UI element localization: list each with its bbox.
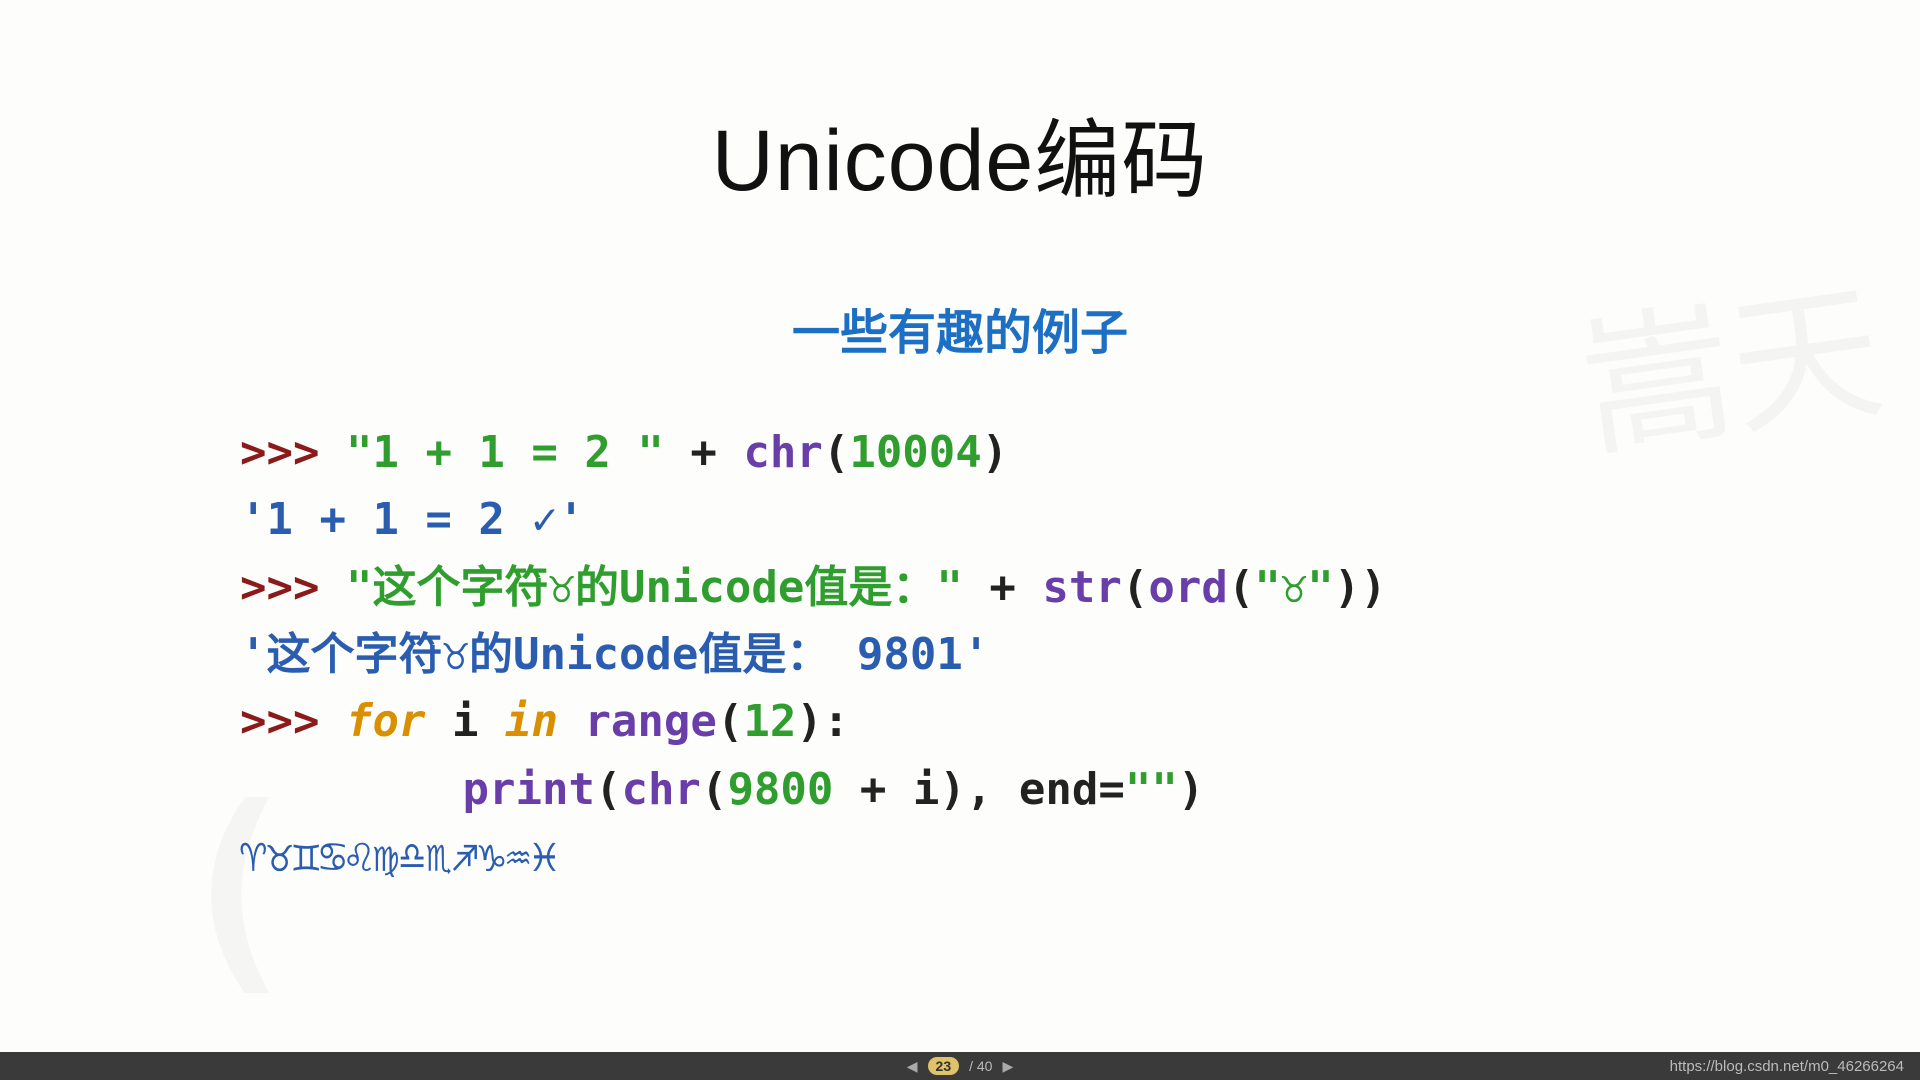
paren-open: ( — [823, 427, 850, 478]
paren-close: ) — [939, 764, 966, 815]
code-line-1: >>> "1 + 1 = 2 " + chr(10004) — [240, 419, 1680, 486]
next-page-icon[interactable]: ▶ — [1002, 1058, 1013, 1075]
repl-prompt: >>> — [240, 696, 346, 747]
current-page: 23 — [928, 1057, 960, 1075]
kwarg-end: end — [1019, 764, 1098, 815]
slide-title: Unicode编码 — [240, 90, 1680, 215]
code-block: >>> "1 + 1 = 2 " + chr(10004) '1 + 1 = 2… — [240, 419, 1680, 890]
code-line-2: >>> "这个字符♉的Unicode值是：" + str(ord("♉")) — [240, 554, 1680, 621]
paren-open: ( — [717, 696, 744, 747]
paren-open: ( — [1122, 562, 1149, 613]
prev-page-icon[interactable]: ◀ — [907, 1058, 918, 1075]
paren-close-colon: ): — [796, 696, 849, 747]
number-literal: 9800 — [727, 764, 833, 815]
source-url: https://blog.csdn.net/m0_46266264 — [1670, 1058, 1904, 1075]
operator-plus: + — [664, 427, 743, 478]
operator-plus: + — [833, 764, 912, 815]
identifier-i: i — [452, 696, 479, 747]
code-line-4: print(chr(9800 + i), end="") — [240, 756, 1680, 823]
code-output-1: '1 + 1 = 2 ✓' — [240, 486, 1680, 553]
code-line-3: >>> for i in range(12): — [240, 688, 1680, 755]
code-output-2: '这个字符♉的Unicode值是： 9801' — [240, 621, 1680, 688]
space — [558, 696, 585, 747]
slide-body: 嵩天 ( Unicode编码 一些有趣的例子 >>> "1 + 1 = 2 " … — [0, 0, 1920, 1052]
slide-subtitle: 一些有趣的例子 — [240, 293, 1680, 363]
string-literal: "" — [1125, 764, 1178, 815]
total-pages: / 40 — [969, 1058, 992, 1074]
pager: ◀ 23 / 40 ▶ — [907, 1057, 1014, 1075]
comma: , — [966, 764, 1019, 815]
paren-open: ( — [1228, 562, 1255, 613]
func-range: range — [584, 696, 716, 747]
func-str: str — [1042, 562, 1121, 613]
number-literal: 10004 — [849, 427, 981, 478]
paren-open: ( — [701, 764, 728, 815]
repl-prompt: >>> — [240, 427, 346, 478]
number-literal: 12 — [743, 696, 796, 747]
func-ord: ord — [1148, 562, 1227, 613]
paren-close: ) — [1178, 764, 1205, 815]
footer-bar: ◀ 23 / 40 ▶ https://blog.csdn.net/m0_462… — [0, 1052, 1920, 1080]
space — [425, 696, 452, 747]
keyword-in: in — [505, 696, 558, 747]
paren-close: )) — [1334, 562, 1387, 613]
keyword-for: for — [346, 696, 425, 747]
string-literal: "这个字符♉的Unicode值是：" — [346, 562, 963, 613]
operator-plus: + — [963, 562, 1042, 613]
func-chr: chr — [621, 764, 700, 815]
identifier-i: i — [913, 764, 940, 815]
code-output-3: ♈♉♊♋♌♍♎♏♐♑♒♓ — [240, 823, 1680, 890]
func-chr: chr — [743, 427, 822, 478]
repl-prompt: >>> — [240, 562, 346, 613]
string-literal: "1 + 1 = 2 " — [346, 427, 664, 478]
paren-open: ( — [595, 764, 622, 815]
equals: = — [1098, 764, 1125, 815]
string-literal: "♉" — [1254, 562, 1333, 613]
space — [478, 696, 505, 747]
paren-close: ) — [982, 427, 1009, 478]
func-print: print — [463, 764, 595, 815]
